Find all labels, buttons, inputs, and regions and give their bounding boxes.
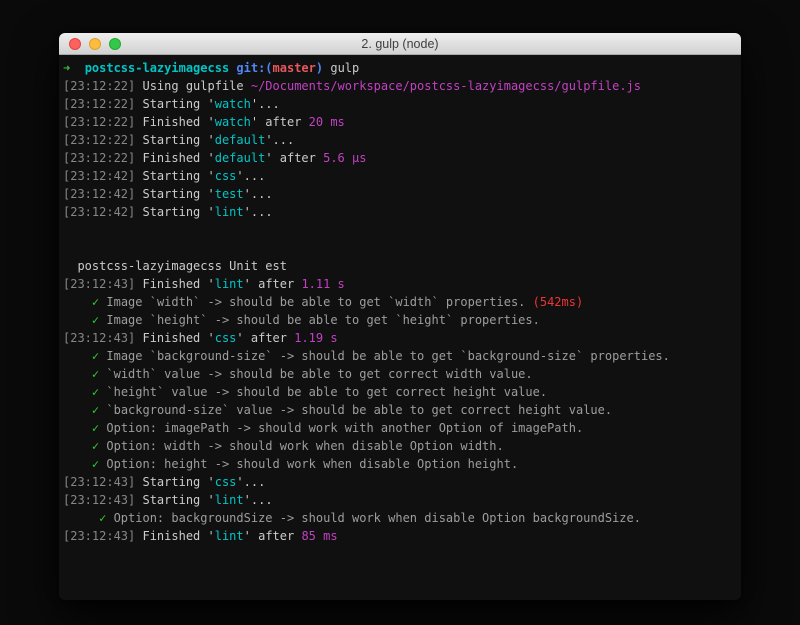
terminal-line: [23:12:43] Finished 'css' after 1.19 s xyxy=(63,331,338,345)
terminal-line: ✓ Image `width` -> should be able to get… xyxy=(91,295,584,309)
terminal-line: [23:12:43] Starting 'lint'... xyxy=(63,493,273,507)
terminal-line: postcss-lazyimagecss Unit est xyxy=(63,259,287,273)
zoom-button[interactable] xyxy=(109,38,121,50)
terminal-line: ✓ `height` value -> should be able to ge… xyxy=(91,385,548,399)
terminal-line: [23:12:22] Finished 'watch' after 20 ms xyxy=(63,115,345,129)
terminal-window: 2. gulp (node) ➜ postcss-lazyimagecss gi… xyxy=(59,33,741,600)
terminal-line: [23:12:22] Finished 'default' after 5.6 … xyxy=(63,151,367,165)
terminal-line: [23:12:42] Starting 'lint'... xyxy=(63,205,273,219)
terminal-line: [23:12:22] Starting 'default'... xyxy=(63,133,295,147)
terminal-line: [23:12:42] Starting 'css'... xyxy=(63,169,266,183)
terminal-line: ✓ Image `height` -> should be able to ge… xyxy=(91,313,540,327)
terminal-line: ➜ postcss-lazyimagecss git:(master) gulp xyxy=(63,61,360,75)
terminal-line: ✓ Option: height -> should work when dis… xyxy=(91,457,519,471)
window-titlebar[interactable]: 2. gulp (node) xyxy=(59,33,741,55)
terminal-line: [23:12:22] Starting 'watch'... xyxy=(63,97,280,111)
terminal-line: ✓ Option: width -> should work when disa… xyxy=(91,439,504,453)
terminal-line: ✓ `width` value -> should be able to get… xyxy=(91,367,533,381)
window-controls xyxy=(69,33,121,55)
terminal-line: [23:12:43] Finished 'lint' after 1.11 s xyxy=(63,277,345,291)
terminal-output[interactable]: ➜ postcss-lazyimagecss git:(master) gulp… xyxy=(59,55,741,600)
terminal-line: ✓ Option: imagePath -> should work with … xyxy=(91,421,584,435)
minimize-button[interactable] xyxy=(89,38,101,50)
terminal-line: [23:12:42] Starting 'test'... xyxy=(63,187,273,201)
terminal-line: ✓ Image `background-size` -> should be a… xyxy=(91,349,670,363)
terminal-line: [23:12:43] Starting 'css'... xyxy=(63,475,266,489)
terminal-line: [23:12:43] Finished 'lint' after 85 ms xyxy=(63,529,338,543)
terminal-line: ✓ Option: backgroundSize -> should work … xyxy=(99,511,641,525)
window-title: 2. gulp (node) xyxy=(361,36,439,51)
terminal-line: ✓ `background-size` value -> should be a… xyxy=(91,403,613,417)
terminal-line: [23:12:22] Using gulpfile ~/Documents/wo… xyxy=(63,79,641,93)
close-button[interactable] xyxy=(69,38,81,50)
